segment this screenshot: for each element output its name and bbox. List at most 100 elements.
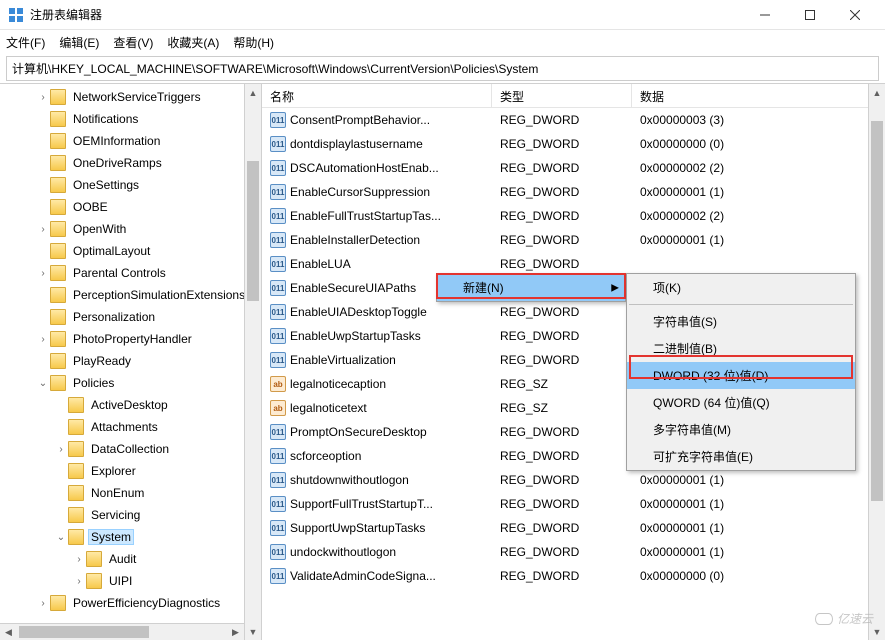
tree-item[interactable]: Notifications [0,108,261,130]
chevron-right-icon[interactable]: › [36,92,50,103]
tree-item[interactable]: OOBE [0,196,261,218]
value-row[interactable]: 011SupportUwpStartupTasksREG_DWORD0x0000… [262,516,885,540]
folder-icon [50,353,66,369]
chevron-right-icon[interactable]: › [72,554,86,565]
folder-icon [50,243,66,259]
tree-item[interactable]: ›NetworkServiceTriggers [0,86,261,108]
value-row[interactable]: 011shutdownwithoutlogonREG_DWORD0x000000… [262,468,885,492]
menu-view[interactable]: 查看(V) [113,34,153,51]
value-name: EnableLUA [290,257,492,271]
new-submenu: 项(K) 字符串值(S) 二进制值(B) DWORD (32 位)值(D) QW… [626,273,856,471]
chevron-right-icon[interactable]: › [36,598,50,609]
chevron-right-icon[interactable]: › [36,224,50,235]
close-button[interactable] [832,0,877,30]
value-data: 0x00000001 (1) [632,497,885,511]
value-type: REG_DWORD [492,161,632,175]
submenu-string[interactable]: 字符串值(S) [627,308,855,335]
chevron-right-icon[interactable]: › [72,576,86,587]
scroll-down-icon[interactable]: ▼ [245,623,261,640]
tree-item[interactable]: ›PhotoPropertyHandler [0,328,261,350]
folder-icon [68,463,84,479]
tree-item[interactable]: ⌄ Policies [0,372,261,394]
tree-item[interactable]: OEMInformation [0,130,261,152]
tree-item[interactable]: ActiveDesktop [0,394,261,416]
tree-item[interactable]: PerceptionSimulationExtensions [0,284,261,306]
tree-item[interactable]: ›Parental Controls [0,262,261,284]
value-row[interactable]: 011EnableCursorSuppressionREG_DWORD0x000… [262,180,885,204]
tree-item[interactable]: ⌄System [0,526,261,548]
value-row[interactable]: 011dontdisplaylastusernameREG_DWORD0x000… [262,132,885,156]
tree-horizontal-scrollbar[interactable]: ◀ ▶ [0,623,244,640]
list-header: 名称 类型 数据 [262,84,885,108]
chevron-right-icon[interactable]: › [36,334,50,345]
column-data[interactable]: 数据 [632,84,885,107]
scroll-up-icon[interactable]: ▲ [245,84,261,101]
tree-item[interactable]: OneSettings [0,174,261,196]
tree-item[interactable]: ›Audit [0,548,261,570]
menu-edit[interactable]: 编辑(E) [59,34,99,51]
tree-item[interactable]: ›PowerEfficiencyDiagnostics [0,592,261,614]
folder-icon [50,133,66,149]
value-row[interactable]: 011EnableInstallerDetectionREG_DWORD0x00… [262,228,885,252]
regedit-icon [8,7,24,23]
value-data: 0x00000002 (2) [632,161,885,175]
folder-icon [50,331,66,347]
folder-icon [68,485,84,501]
tree-item[interactable]: ›OpenWith [0,218,261,240]
submenu-dword[interactable]: DWORD (32 位)值(D) [627,362,855,389]
tree-item[interactable]: ›UIPI [0,570,261,592]
tree-item[interactable]: Servicing [0,504,261,526]
value-data: 0x00000001 (1) [632,545,885,559]
value-type: REG_DWORD [492,569,632,583]
menu-help[interactable]: 帮助(H) [233,34,274,51]
reg-dword-icon: 011 [270,352,286,368]
submenu-multistring[interactable]: 多字符串值(M) [627,416,855,443]
value-row[interactable]: 011EnableFullTrustStartupTas...REG_DWORD… [262,204,885,228]
value-type: REG_DWORD [492,545,632,559]
tree-pane: ›NetworkServiceTriggersNotificationsOEMI… [0,84,262,640]
tree-item[interactable]: Attachments [0,416,261,438]
column-name[interactable]: 名称 [262,84,492,107]
submenu-qword[interactable]: QWORD (64 位)值(Q) [627,389,855,416]
reg-dword-icon: 011 [270,304,286,320]
submenu-expandstring[interactable]: 可扩充字符串值(E) [627,443,855,470]
minimize-button[interactable] [742,0,787,30]
tree-item-label: Servicing [88,507,143,523]
menu-favorites[interactable]: 收藏夹(A) [167,34,219,51]
tree-item[interactable]: ›DataCollection [0,438,261,460]
tree-item-label: Policies [70,375,117,391]
menu-separator [629,304,853,305]
value-row[interactable]: 011DSCAutomationHostEnab...REG_DWORD0x00… [262,156,885,180]
scroll-right-icon[interactable]: ▶ [227,624,244,640]
tree-item[interactable]: Personalization [0,306,261,328]
value-row[interactable]: 011ValidateAdminCodeSigna...REG_DWORD0x0… [262,564,885,588]
value-data: 0x00000001 (1) [632,185,885,199]
tree-item[interactable]: Explorer [0,460,261,482]
value-row[interactable]: 011undockwithoutlogonREG_DWORD0x00000001… [262,540,885,564]
chevron-down-icon[interactable]: ⌄ [36,378,50,389]
tree-vertical-scrollbar[interactable]: ▲ ▼ [244,84,261,640]
chevron-right-icon[interactable]: › [54,444,68,455]
chevron-right-icon[interactable]: › [36,268,50,279]
context-menu-new[interactable]: 新建(N) ▶ [437,274,625,301]
tree-item[interactable]: PlayReady [0,350,261,372]
value-type: REG_DWORD [492,473,632,487]
folder-icon [68,441,84,457]
reg-dword-icon: 011 [270,520,286,536]
submenu-binary[interactable]: 二进制值(B) [627,335,855,362]
maximize-button[interactable] [787,0,832,30]
chevron-down-icon[interactable]: ⌄ [54,532,68,543]
submenu-key[interactable]: 项(K) [627,274,855,301]
value-row[interactable]: 011SupportFullTrustStartupT...REG_DWORD0… [262,492,885,516]
tree-item-label: OneDriveRamps [70,155,165,171]
scroll-up-icon[interactable]: ▲ [869,84,885,101]
tree-item[interactable]: NonEnum [0,482,261,504]
scroll-left-icon[interactable]: ◀ [0,624,17,640]
menu-file[interactable]: 文件(F) [6,34,45,51]
value-row[interactable]: 011ConsentPromptBehavior...REG_DWORD0x00… [262,108,885,132]
column-type[interactable]: 类型 [492,84,632,107]
tree-item[interactable]: OptimalLayout [0,240,261,262]
tree-item[interactable]: OneDriveRamps [0,152,261,174]
list-vertical-scrollbar[interactable]: ▲ ▼ [868,84,885,640]
address-bar[interactable]: 计算机\HKEY_LOCAL_MACHINE\SOFTWARE\Microsof… [6,56,879,81]
